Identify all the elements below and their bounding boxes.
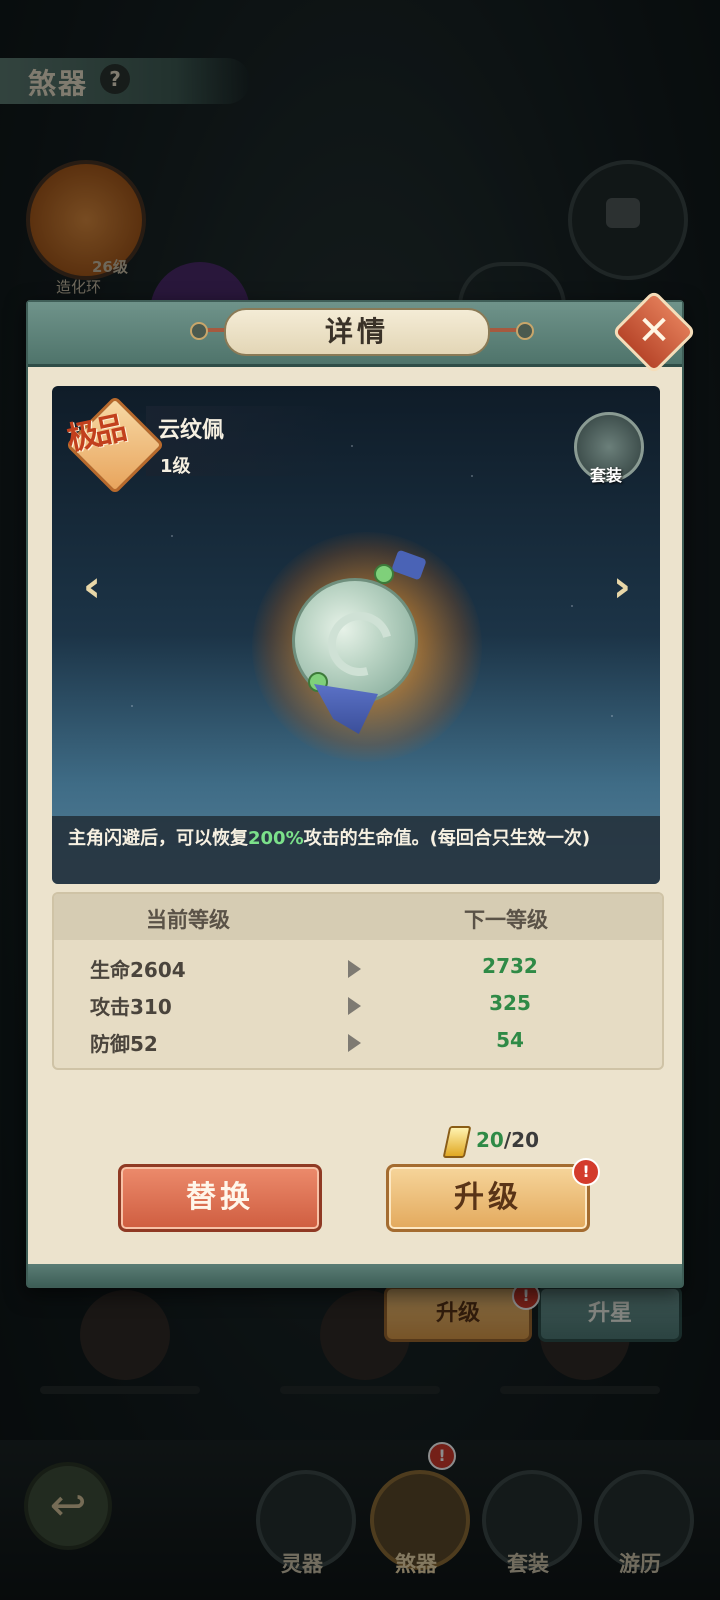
next-item-arrow-icon[interactable]: › xyxy=(602,562,642,612)
tab-label: 灵器 xyxy=(281,1552,323,1576)
table-row: 攻击310 325 xyxy=(54,987,662,1023)
arrow-right-icon xyxy=(348,997,361,1015)
close-icon[interactable]: ✕ xyxy=(624,302,684,360)
stat-current: 生命2604 xyxy=(90,958,186,982)
tab-label: 游历 xyxy=(619,1552,661,1576)
stat-next: 54 xyxy=(496,1028,524,1052)
artifact-node-active[interactable] xyxy=(26,160,146,280)
description-highlight: 200% xyxy=(248,828,304,849)
next-level-header: 下一等级 xyxy=(464,908,548,932)
stat-current: 攻击310 xyxy=(90,995,172,1019)
stats-table: 当前等级 下一等级 生命2604 2732 攻击310 325 防御52 54 xyxy=(52,892,664,1070)
item-name: 云纹佩 xyxy=(158,418,225,443)
dialog-title: 详情 xyxy=(224,308,490,356)
notification-badge: ! xyxy=(428,1442,456,1470)
notification-badge: ! xyxy=(572,1158,600,1186)
item-showcase: 极品 云纹佩 1级 套装 ‹ › 主角闪避后，可以恢复200%攻击的生命值。(每… xyxy=(52,386,660,884)
table-row: 生命2604 2732 xyxy=(54,950,662,986)
arrow-right-icon xyxy=(348,1034,361,1052)
current-level-header: 当前等级 xyxy=(146,908,230,932)
section-title: 煞器 xyxy=(28,67,89,100)
tab-label: 套装 xyxy=(507,1552,549,1576)
replace-button[interactable]: 替换 xyxy=(118,1164,322,1232)
prev-item-arrow-icon[interactable]: ‹ xyxy=(72,562,112,612)
back-icon[interactable]: ↩ xyxy=(24,1462,112,1550)
item-description: 主角闪避后，可以恢复200%攻击的生命值。(每回合只生效一次) xyxy=(68,828,591,849)
cost-text: 20/20 xyxy=(476,1128,539,1152)
artifact-card[interactable] xyxy=(40,1290,200,1400)
set-button-label[interactable]: 套装 xyxy=(574,462,638,486)
knot-icon xyxy=(190,322,208,340)
upgrade-button[interactable]: 升级 xyxy=(386,1164,590,1232)
stat-next: 2732 xyxy=(482,954,538,978)
knot-icon xyxy=(516,322,534,340)
stat-next: 325 xyxy=(489,991,531,1015)
background-upgrade-button[interactable]: 升级 xyxy=(384,1286,532,1342)
crystal-icon xyxy=(442,1126,472,1158)
pendant-bead xyxy=(374,564,394,584)
table-row: 防御52 54 xyxy=(54,1024,662,1060)
artifact-node-name: 造化环 xyxy=(56,278,102,296)
detail-dialog: 详情 ✕ 极品 云纹佩 1级 套装 ‹ › 主角闪避后，可以恢复200%攻击的生… xyxy=(26,289,697,1288)
help-icon[interactable]: ? xyxy=(100,64,130,94)
arrow-right-icon xyxy=(348,960,361,978)
item-level: 1级 xyxy=(160,456,191,477)
dialog-footer xyxy=(28,1264,682,1286)
tab-label: 煞器 xyxy=(395,1552,437,1576)
star-up-button[interactable]: 升星 xyxy=(538,1286,682,1342)
lock-icon xyxy=(606,198,640,228)
artifact-node-level: 26级 xyxy=(92,258,128,276)
stat-current: 防御52 xyxy=(90,1032,158,1056)
